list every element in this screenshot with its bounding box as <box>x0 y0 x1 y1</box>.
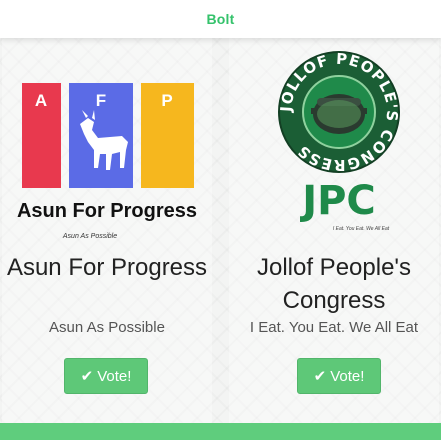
jpc-logo-tagline: I Eat. You Eat. We All Eat <box>333 226 390 232</box>
check-icon: ✔ <box>80 368 94 385</box>
party-title: Jollof People's Congress <box>256 254 411 314</box>
footer-bar <box>0 423 441 440</box>
vote-button[interactable]: ✔ Vote! <box>297 358 381 394</box>
afp-letter-a: A <box>35 91 47 110</box>
afp-letter-p: P <box>161 91 172 110</box>
afp-logo: A F P Asun For Progress Asun As Possible <box>2 38 212 248</box>
party-card-afp: A F P Asun For Progress Asun As Possible… <box>2 38 212 423</box>
vote-label: Vote! <box>97 367 132 385</box>
top-navbar: Bolt <box>0 0 441 38</box>
afp-logo-tagline: Asun As Possible <box>62 233 117 240</box>
jpc-acronym: JPC <box>299 178 376 224</box>
jpc-logo: JOLLOF PEOPLE'S CONGRESS JPC I Eat. You … <box>229 38 439 248</box>
vote-label: Vote! <box>330 367 365 385</box>
afp-letter-f: F <box>96 91 106 110</box>
brand-logo[interactable]: Bolt <box>206 11 234 27</box>
afp-logo-name: Asun For Progress <box>17 200 197 222</box>
party-slogan: Asun As Possible <box>49 319 165 336</box>
check-icon: ✔ <box>313 368 327 385</box>
party-title: Asun For Progress <box>6 254 208 281</box>
party-list: A F P Asun For Progress Asun As Possible… <box>0 38 441 423</box>
party-slogan: I Eat. You Eat. We All Eat <box>249 319 419 336</box>
party-card-jpc: JOLLOF PEOPLE'S CONGRESS JPC I Eat. You … <box>229 38 439 423</box>
vote-button[interactable]: ✔ Vote! <box>64 358 148 394</box>
